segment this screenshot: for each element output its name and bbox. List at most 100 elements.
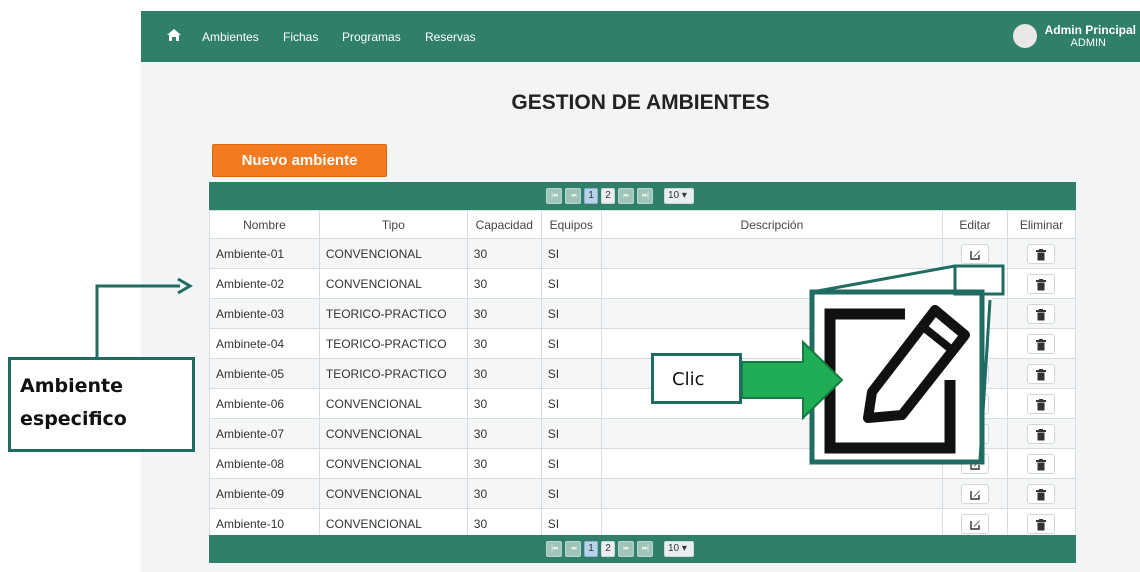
cell-capacidad: 30 [466, 478, 542, 509]
cell-editar [942, 238, 1008, 269]
trash-icon[interactable] [1027, 243, 1056, 264]
table-row[interactable]: Ambiente-01 CONVENCIONAL 30 SI [209, 238, 1077, 269]
page-1-button[interactable]: 1 [584, 541, 598, 557]
table-row[interactable]: Ambiente-06 CONVENCIONAL 30 SI [209, 388, 1077, 419]
cell-tipo: CONVENCIONAL [318, 388, 468, 419]
cell-descripcion [600, 508, 944, 539]
nav-reservas[interactable]: Reservas [425, 30, 476, 44]
cell-tipo: CONVENCIONAL [318, 418, 468, 449]
cell-descripcion [600, 298, 944, 329]
user-role: ADMIN [1070, 37, 1106, 49]
page-title: GESTION DE AMBIENTES [511, 91, 770, 114]
header-eliminar: Eliminar [1006, 210, 1077, 239]
cell-equipos: SI [540, 418, 602, 449]
header-descripcion: Descripción [600, 210, 944, 239]
cell-descripcion [600, 478, 944, 509]
cell-tipo: CONVENCIONAL [318, 448, 468, 479]
cell-tipo: TEORICO-PRACTICO [318, 328, 468, 359]
home-icon[interactable] [166, 28, 182, 42]
trash-icon[interactable] [1027, 453, 1056, 474]
table-row[interactable]: Ambiente-05 TEORICO-PRACTICO 30 SI [209, 358, 1077, 389]
next-page-icon[interactable]: ▸▸ [618, 188, 634, 204]
table-row[interactable]: Ambiente-08 CONVENCIONAL 30 SI [209, 448, 1077, 479]
new-ambiente-button[interactable]: Nuevo ambiente [212, 144, 387, 177]
page-2-button[interactable]: 2 [601, 541, 615, 557]
avatar[interactable] [1013, 24, 1037, 48]
edit-icon[interactable] [961, 423, 990, 444]
table-row[interactable]: Ambiente-07 CONVENCIONAL 30 SI [209, 418, 1077, 449]
prev-page-icon[interactable]: ◂◂ [565, 541, 581, 557]
table-row[interactable]: Ambiente-02 CONVENCIONAL 30 SI [209, 268, 1077, 299]
trash-icon[interactable] [1027, 333, 1056, 354]
edit-icon[interactable] [961, 453, 990, 474]
cell-eliminar [1006, 448, 1077, 479]
edit-icon[interactable] [961, 513, 990, 534]
clic-label: Clic [672, 369, 705, 390]
edit-icon[interactable] [961, 393, 990, 414]
page-size-select[interactable]: 10 ▾ [664, 188, 694, 204]
cell-capacidad: 30 [466, 388, 542, 419]
table-row[interactable]: Ambiente-09 CONVENCIONAL 30 SI [209, 478, 1077, 509]
page-2-button[interactable]: 2 [601, 188, 615, 204]
cell-capacidad: 30 [466, 448, 542, 479]
cell-editar [942, 298, 1008, 329]
cell-eliminar [1006, 298, 1077, 329]
edit-icon[interactable] [961, 363, 990, 384]
trash-icon[interactable] [1027, 423, 1056, 444]
next-page-icon[interactable]: ▸▸ [618, 541, 634, 557]
edit-icon[interactable] [961, 333, 990, 354]
last-page-icon[interactable]: ▸▸| [637, 541, 653, 557]
cell-editar [942, 418, 1008, 449]
cell-capacidad: 30 [466, 268, 542, 299]
cell-tipo: TEORICO-PRACTICO [318, 298, 468, 329]
cell-tipo: TEORICO-PRACTICO [318, 358, 468, 389]
prev-page-icon[interactable]: ◂◂ [565, 188, 581, 204]
first-page-icon[interactable]: |◂◂ [546, 541, 562, 557]
cell-capacidad: 30 [466, 358, 542, 389]
table-row[interactable]: Ambiente-03 TEORICO-PRACTICO 30 SI [209, 298, 1077, 329]
table-row[interactable]: Ambiente-10 CONVENCIONAL 30 SI [209, 508, 1077, 539]
last-page-icon[interactable]: ▸▸| [637, 188, 653, 204]
trash-icon[interactable] [1027, 303, 1056, 324]
nav-ambientes[interactable]: Ambientes [202, 30, 259, 44]
cell-nombre: Ambiente-05 [209, 358, 320, 389]
trash-icon[interactable] [1027, 363, 1056, 384]
nav-programas[interactable]: Programas [342, 30, 401, 44]
cell-capacidad: 30 [466, 238, 542, 269]
trash-icon[interactable] [1027, 393, 1056, 414]
nav-fichas[interactable]: Fichas [283, 30, 318, 44]
cell-equipos: SI [540, 268, 602, 299]
cell-eliminar [1006, 358, 1077, 389]
cell-eliminar [1006, 328, 1077, 359]
cell-tipo: CONVENCIONAL [318, 268, 468, 299]
page-size-select[interactable]: 10 ▾ [664, 541, 694, 557]
trash-icon[interactable] [1027, 483, 1056, 504]
page-1-button[interactable]: 1 [584, 188, 598, 204]
cell-editar [942, 478, 1008, 509]
edit-icon[interactable] [961, 303, 990, 324]
header-capacidad: Capacidad [466, 210, 542, 239]
trash-icon[interactable] [1027, 513, 1056, 534]
cell-editar [942, 358, 1008, 389]
edit-icon[interactable] [961, 483, 990, 504]
edit-icon[interactable] [961, 273, 990, 294]
trash-icon[interactable] [1027, 273, 1056, 294]
pager-top: |◂◂ ◂◂ 1 2 ▸▸ ▸▸| 10 ▾ [209, 182, 1076, 210]
cell-equipos: SI [540, 298, 602, 329]
cell-eliminar [1006, 418, 1077, 449]
cell-nombre: Ambinete-04 [209, 328, 320, 359]
header-editar: Editar [942, 210, 1008, 239]
cell-editar [942, 448, 1008, 479]
app-window: Ambientes Fichas Programas Reservas Admi… [141, 11, 1140, 572]
cell-equipos: SI [540, 448, 602, 479]
cell-editar [942, 388, 1008, 419]
first-page-icon[interactable]: |◂◂ [546, 188, 562, 204]
cell-capacidad: 30 [466, 328, 542, 359]
cell-equipos: SI [540, 238, 602, 269]
cell-nombre: Ambiente-08 [209, 448, 320, 479]
user-name: Admin Principal [1044, 23, 1136, 37]
table-row[interactable]: Ambinete-04 TEORICO-PRACTICO 30 SI [209, 328, 1077, 359]
cell-capacidad: 30 [466, 418, 542, 449]
edit-icon[interactable] [961, 243, 990, 264]
cell-nombre: Ambiente-10 [209, 508, 320, 539]
